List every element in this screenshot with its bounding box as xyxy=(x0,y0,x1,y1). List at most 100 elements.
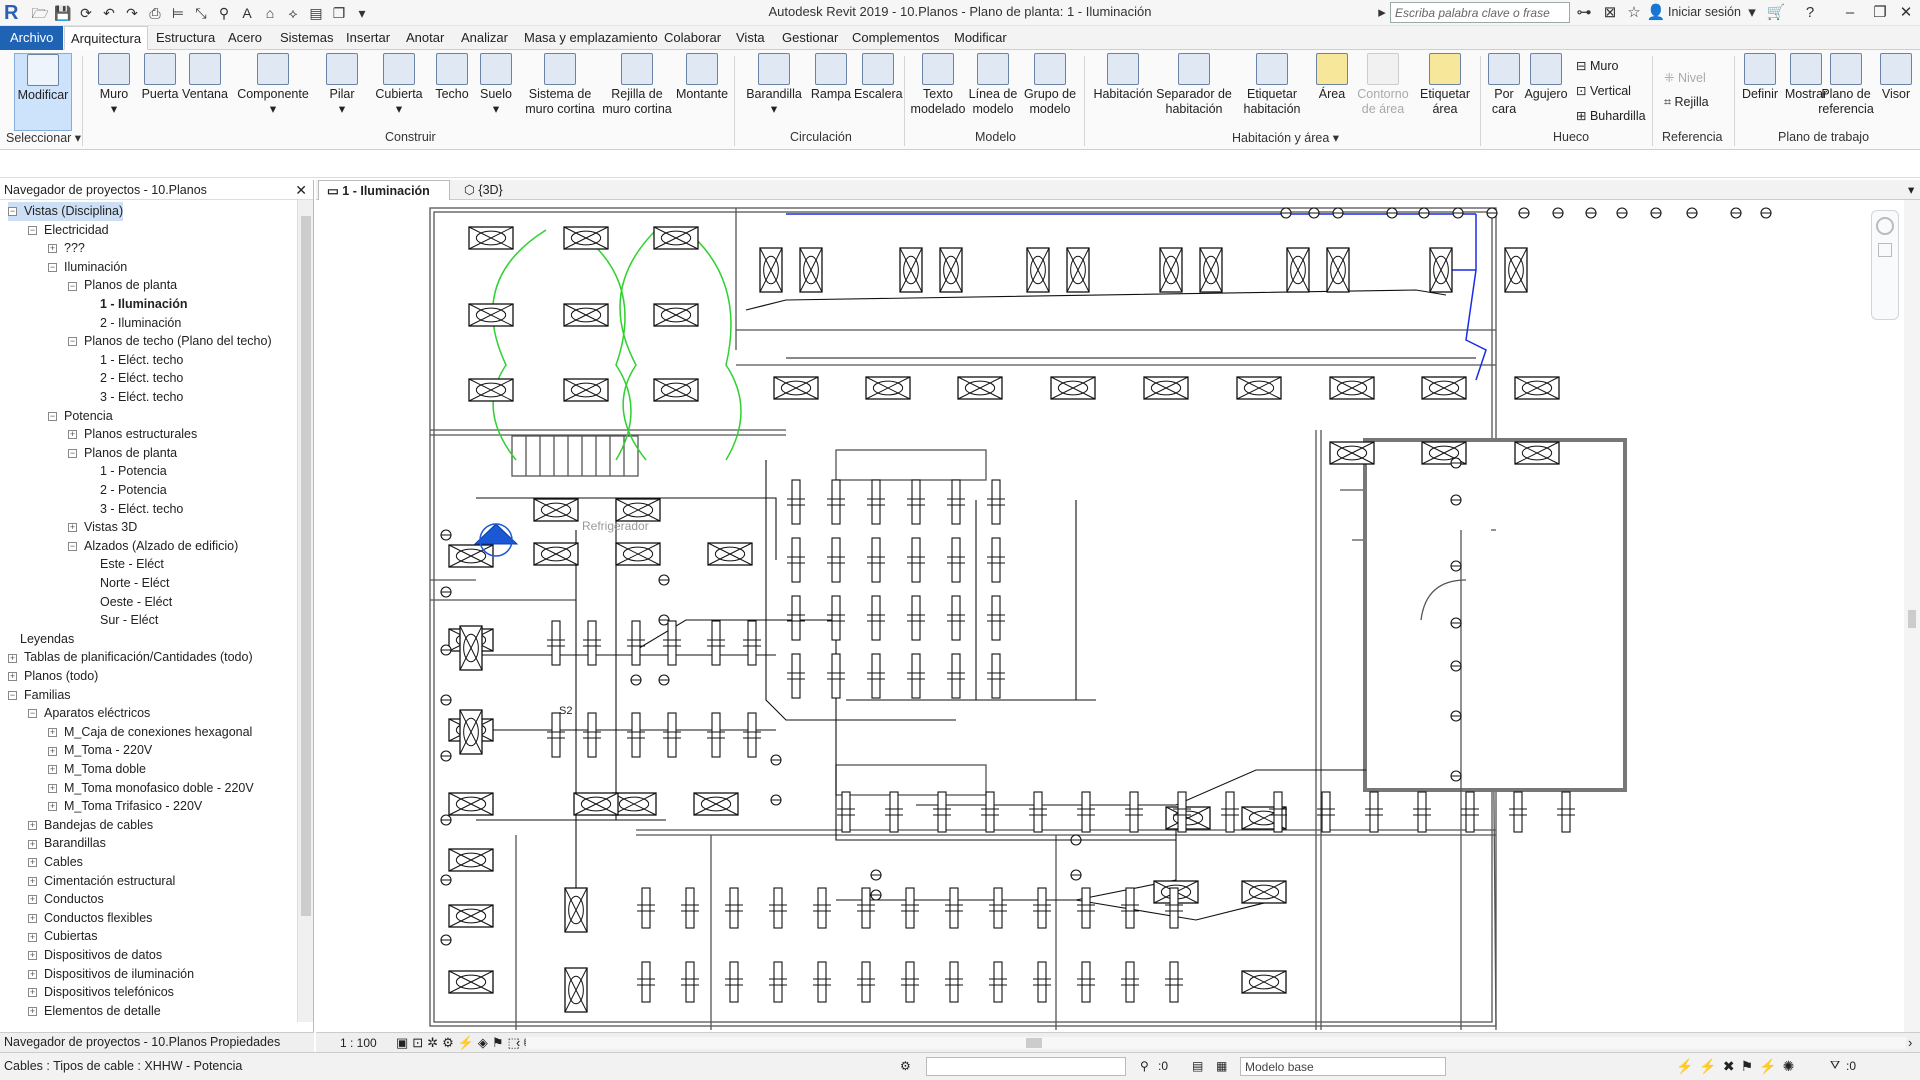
tree-node[interactable]: + Bandejas de cables xyxy=(28,816,153,835)
signin-link[interactable]: Iniciar sesión xyxy=(1668,5,1741,19)
tab-archivo[interactable]: Archivo xyxy=(0,26,64,50)
expand-icon[interactable]: + xyxy=(28,951,37,961)
tree-node[interactable]: + Tablas de planificación/Cantidades (tod… xyxy=(8,648,253,667)
grupo-modelo-button[interactable]: Grupo de modelo xyxy=(1022,53,1078,117)
seleccionar-dropdown[interactable]: Seleccionar ▾ xyxy=(6,130,81,145)
main-model-icon[interactable]: ▦ xyxy=(1216,1059,1227,1073)
scroll-left-icon[interactable]: ‹ xyxy=(516,1035,520,1050)
design-option-field[interactable]: Modelo base xyxy=(1240,1057,1446,1076)
expand-icon[interactable]: + xyxy=(68,523,77,533)
expand-icon[interactable]: + xyxy=(28,858,37,868)
collapse-icon[interactable]: − xyxy=(28,225,37,235)
tab-modificar[interactable]: Modificar xyxy=(948,26,1013,50)
pilar-button[interactable]: Pilar ▾ xyxy=(322,53,362,117)
por-cara-button[interactable]: Por cara xyxy=(1484,53,1524,117)
comm-center-icon[interactable]: ⊠ xyxy=(1600,3,1620,23)
minimize-icon[interactable]: – xyxy=(1840,3,1860,23)
ventana-button[interactable]: Ventana xyxy=(182,53,228,102)
plano-referencia-button[interactable]: Plano de referencia xyxy=(1818,53,1874,117)
collapse-icon[interactable]: − xyxy=(48,263,57,272)
cart-icon[interactable]: 🛒 xyxy=(1766,3,1786,23)
tree-node[interactable]: − Planos de planta xyxy=(68,276,177,295)
editable-only-icon[interactable]: ⚲ xyxy=(1140,1059,1149,1073)
collapse-icon[interactable]: − xyxy=(68,337,77,347)
cubierta-button[interactable]: Cubierta ▾ xyxy=(372,53,426,117)
tree-node[interactable]: 2 - Potencia xyxy=(88,481,167,500)
design-options-icon[interactable]: ▤ xyxy=(1192,1059,1203,1073)
separador-habitacion-button[interactable]: Separador de habitación xyxy=(1156,53,1232,117)
buhardilla-button[interactable]: ⊞ Buhardilla xyxy=(1576,108,1646,123)
tree-node[interactable]: + M_Toma doble xyxy=(48,760,146,779)
tree-node[interactable]: 1 - Potencia xyxy=(88,462,167,481)
curtain-grid-button[interactable]: Rejilla de muro cortina xyxy=(600,53,674,117)
expand-icon[interactable]: + xyxy=(28,988,37,998)
collapse-icon[interactable]: − xyxy=(68,449,77,458)
tab-vista[interactable]: Vista xyxy=(730,26,771,50)
tab-view-3d[interactable]: ⬡ {3D} xyxy=(456,180,511,200)
print-icon[interactable]: ⎙ xyxy=(145,4,165,22)
text-icon[interactable]: A xyxy=(237,4,257,22)
tree-node[interactable]: 2 - Eléct. techo xyxy=(88,369,183,388)
help-icon[interactable]: ? xyxy=(1800,3,1820,23)
tree-node[interactable]: − Vistas (Disciplina) xyxy=(8,202,124,221)
tab-colaborar[interactable]: Colaborar xyxy=(658,26,727,50)
steering-wheel-icon[interactable] xyxy=(1876,217,1894,235)
tree-node[interactable]: + M_Toma Trifasico - 220V xyxy=(48,797,202,816)
close-icon[interactable]: ✕ xyxy=(295,180,307,200)
barandilla-button[interactable]: Barandilla ▾ xyxy=(746,53,802,117)
rampa-button[interactable]: Rampa xyxy=(810,53,852,102)
collapse-icon[interactable]: − xyxy=(68,542,77,551)
tree-node[interactable]: − Electricidad xyxy=(28,221,109,240)
tree-node[interactable]: Leyendas xyxy=(8,630,74,649)
save-icon[interactable]: 💾 xyxy=(53,4,73,22)
collapse-icon[interactable]: − xyxy=(68,281,77,291)
tab-menu-icon[interactable]: ▾ xyxy=(1900,180,1920,200)
thin-lines-icon[interactable]: ▤ xyxy=(306,4,326,22)
tree-node[interactable]: + M_Toma - 220V xyxy=(48,741,152,760)
customize-qat-icon[interactable]: ▾ xyxy=(352,4,372,22)
tree-node[interactable]: + Cables xyxy=(28,853,83,872)
tree-node[interactable]: − Alzados (Alzado de edificio) xyxy=(68,537,238,556)
browser-scrollbar[interactable] xyxy=(297,200,313,1022)
muro-button[interactable]: Muro ▾ xyxy=(94,53,134,117)
tag-icon[interactable]: ⚲ xyxy=(214,4,234,22)
restore-icon[interactable]: ❐ xyxy=(1870,3,1890,23)
tab-acero[interactable]: Acero xyxy=(222,26,268,50)
tab-complementos[interactable]: Complementos xyxy=(846,26,945,50)
hueco-muro-button[interactable]: ⊟ Muro xyxy=(1576,58,1618,73)
binoculars-icon[interactable]: ⊶ xyxy=(1574,3,1594,23)
scroll-thumb[interactable] xyxy=(1908,610,1916,628)
tree-node[interactable]: + Conductos xyxy=(28,890,104,909)
tab-masa[interactable]: Masa y emplazamiento xyxy=(518,26,664,50)
expand-icon[interactable]: + xyxy=(28,821,37,830)
tree-node[interactable]: Sur - Eléct xyxy=(88,611,158,630)
tree-node[interactable]: + Elementos de detalle xyxy=(28,1002,161,1021)
expand-icon[interactable]: + xyxy=(28,1007,37,1016)
tree-node[interactable]: + Conductos flexibles xyxy=(28,909,152,928)
tree-node[interactable]: 1 - Iluminación xyxy=(88,295,188,314)
tree-node[interactable]: 3 - Eléct. techo xyxy=(88,388,183,407)
scroll-thumb[interactable] xyxy=(301,216,311,916)
expand-icon[interactable]: + xyxy=(28,969,37,979)
scale-value[interactable]: 1 : 100 xyxy=(340,1036,377,1050)
tree-node[interactable]: + Dispositivos telefónicos xyxy=(28,983,174,1002)
texto-modelado-button[interactable]: Texto modelado xyxy=(910,53,966,117)
tree-node[interactable]: + Dispositivos de iluminación xyxy=(28,965,194,984)
tree-node[interactable]: − Planos de planta xyxy=(68,444,177,463)
tree-node[interactable]: − Iluminación xyxy=(48,258,127,277)
expand-icon[interactable]: + xyxy=(48,746,57,756)
expand-icon[interactable]: + xyxy=(8,672,17,682)
tab-gestionar[interactable]: Gestionar xyxy=(776,26,844,50)
favorites-star-icon[interactable]: ☆ xyxy=(1624,3,1644,23)
tab-arquitectura[interactable]: Arquitectura xyxy=(64,26,149,50)
tab-analizar[interactable]: Analizar xyxy=(455,26,514,50)
rejilla-button[interactable]: ⌗ Rejilla xyxy=(1664,95,1709,110)
help-search-input[interactable]: Escriba palabra clave o frase xyxy=(1390,2,1570,23)
section-icon[interactable]: ⟡ xyxy=(283,4,303,22)
scroll-thumb[interactable] xyxy=(1026,1038,1042,1048)
revit-logo-icon[interactable]: R xyxy=(4,2,24,24)
componente-button[interactable]: Componente ▾ xyxy=(236,53,310,117)
expand-icon[interactable]: + xyxy=(68,430,77,440)
habitacion-button[interactable]: Habitación xyxy=(1092,53,1154,102)
tree-node[interactable]: − Familias xyxy=(8,686,71,705)
